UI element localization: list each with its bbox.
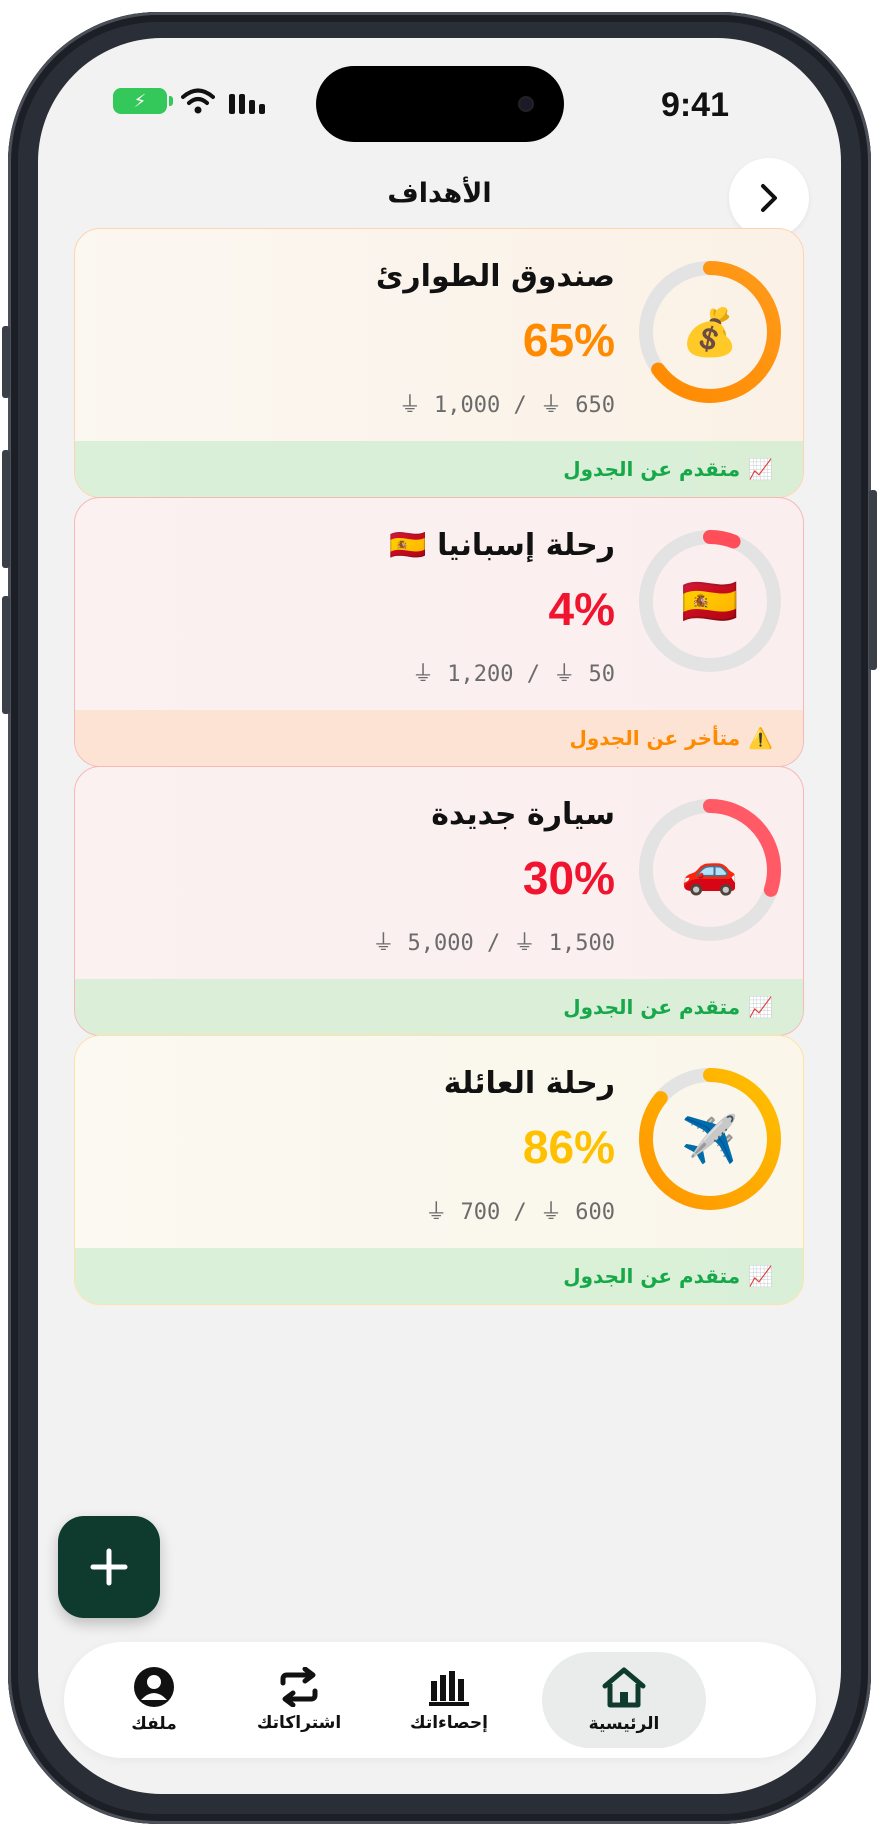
car-icon: 🚗	[681, 842, 739, 897]
goal-status-text: متقدم عن الجدول	[563, 457, 741, 481]
nav-label-subscriptions: اشتراكاتك	[256, 1713, 342, 1733]
spain-flag-icon: 🇪🇸	[681, 573, 739, 628]
bottom-nav: ملفك اشتراكاتك إحصاءاتك الرئيسية	[64, 1642, 816, 1758]
bar-chart-icon	[429, 1671, 469, 1706]
goal-status-strip: متأخر عن الجدول ⚠️	[75, 710, 803, 766]
goal-status-text: متقدم عن الجدول	[563, 995, 741, 1019]
goal-percent: 86%	[522, 1121, 615, 1173]
profile-icon	[134, 1667, 174, 1707]
goal-percent: 30%	[522, 852, 615, 904]
chevron-right-icon	[761, 184, 777, 212]
nav-label-profile: ملفك	[131, 1714, 177, 1734]
nav-item-subscriptions[interactable]: اشتراكاتك	[244, 1652, 354, 1748]
goal-title: رحلة العائلة	[443, 1066, 615, 1101]
nav-item-stats[interactable]: إحصاءاتك	[394, 1652, 504, 1748]
wifi-icon	[181, 88, 215, 114]
nav-label-stats: إحصاءاتك	[410, 1713, 488, 1733]
plus-icon	[90, 1548, 128, 1586]
goal-status-strip: متقدم عن الجدول 📈	[75, 979, 803, 1035]
goal-percent: 4%	[548, 583, 615, 635]
nav-item-profile[interactable]: ملفك	[104, 1652, 204, 1748]
goal-status-text: متقدم عن الجدول	[563, 1264, 741, 1288]
page-title: الأهداف	[387, 178, 492, 209]
silent-switch	[2, 326, 10, 398]
nav-label-home: الرئيسية	[588, 1714, 660, 1734]
airplane-icon: ✈️	[681, 1111, 739, 1166]
goal-title: صندوق الطوارئ	[375, 259, 615, 294]
goal-status-strip: متقدم عن الجدول 📈	[75, 441, 803, 497]
goal-title: سيارة جديدة	[431, 797, 615, 832]
goal-percent: 65%	[522, 314, 615, 366]
goal-status-strip: متقدم عن الجدول 📈	[75, 1248, 803, 1304]
money-bag-icon: 💰	[681, 304, 739, 359]
nav-item-home[interactable]: الرئيسية	[542, 1652, 706, 1748]
dynamic-island	[316, 66, 564, 142]
battery-icon: ⚡	[113, 88, 173, 114]
trend-up-icon: 📈	[748, 995, 773, 1019]
trend-up-icon: 📈	[748, 457, 773, 481]
goal-amount: ⏚ 5,000 / ⏚ 1,500	[372, 931, 615, 956]
goal-amount: ⏚ 700 / ⏚ 600	[425, 1200, 615, 1225]
goal-title: رحلة إسبانيا 🇪🇸	[389, 528, 615, 563]
goal-card[interactable]: 💰 صندوق الطوارئ 65% ⏚ 1,000 / ⏚ 650 متقد…	[74, 228, 804, 498]
goal-card[interactable]: ✈️ رحلة العائلة 86% ⏚ 700 / ⏚ 600 متقدم …	[74, 1035, 804, 1305]
status-time: 9:41	[660, 86, 729, 124]
goal-card[interactable]: 🚗 سيارة جديدة 30% ⏚ 5,000 / ⏚ 1,500 متقد…	[74, 766, 804, 1036]
goal-amount: ⏚ 1,000 / ⏚ 650	[398, 393, 615, 418]
power-button	[869, 490, 877, 670]
repeat-icon	[280, 1667, 318, 1707]
goal-status-text: متأخر عن الجدول	[569, 726, 741, 750]
goal-amount: ⏚ 1,200 / ⏚ 50	[412, 662, 615, 687]
volume-up-button	[2, 450, 10, 568]
goal-card[interactable]: 🇪🇸 رحلة إسبانيا 🇪🇸 4% ⏚ 1,200 / ⏚ 50 متأ…	[74, 497, 804, 767]
volume-down-button	[2, 596, 10, 714]
screen: ⚡ 9:41 الأهداف 💰 صندوق الطوارئ 65% ⏚ 1,0…	[38, 38, 841, 1794]
camera-icon	[518, 96, 534, 112]
trend-up-icon: 📈	[748, 1264, 773, 1288]
home-icon	[602, 1667, 646, 1708]
add-goal-button[interactable]	[58, 1516, 160, 1618]
back-button[interactable]	[729, 158, 809, 238]
status-icons: ⚡	[113, 88, 265, 114]
cellular-signal-icon	[229, 88, 265, 114]
warning-icon: ⚠️	[748, 726, 773, 750]
